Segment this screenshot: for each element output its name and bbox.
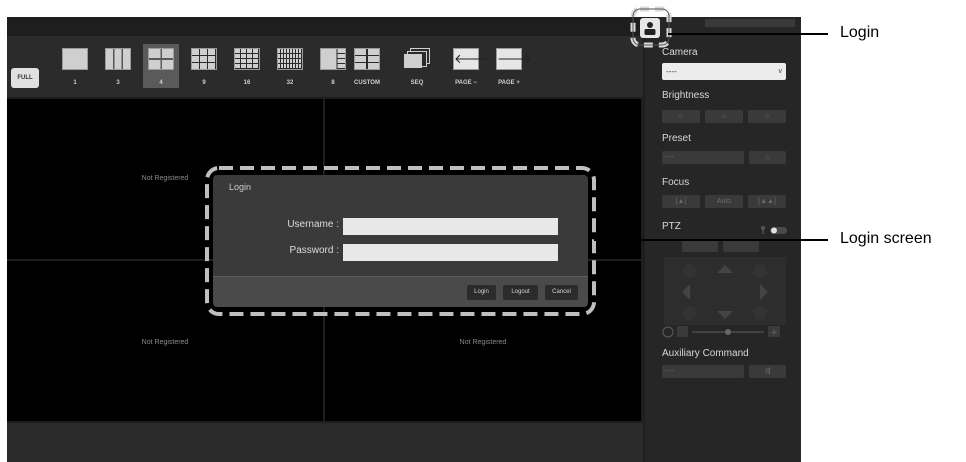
login-icon-highlight-edge: [632, 8, 670, 46]
annotation-overlay: [205, 6, 828, 316]
callout-login-screen: Login screen: [840, 230, 932, 247]
callout-login: Login: [840, 24, 880, 41]
login-dialog-highlight: [205, 166, 596, 316]
login-icon-highlight: [630, 6, 672, 48]
